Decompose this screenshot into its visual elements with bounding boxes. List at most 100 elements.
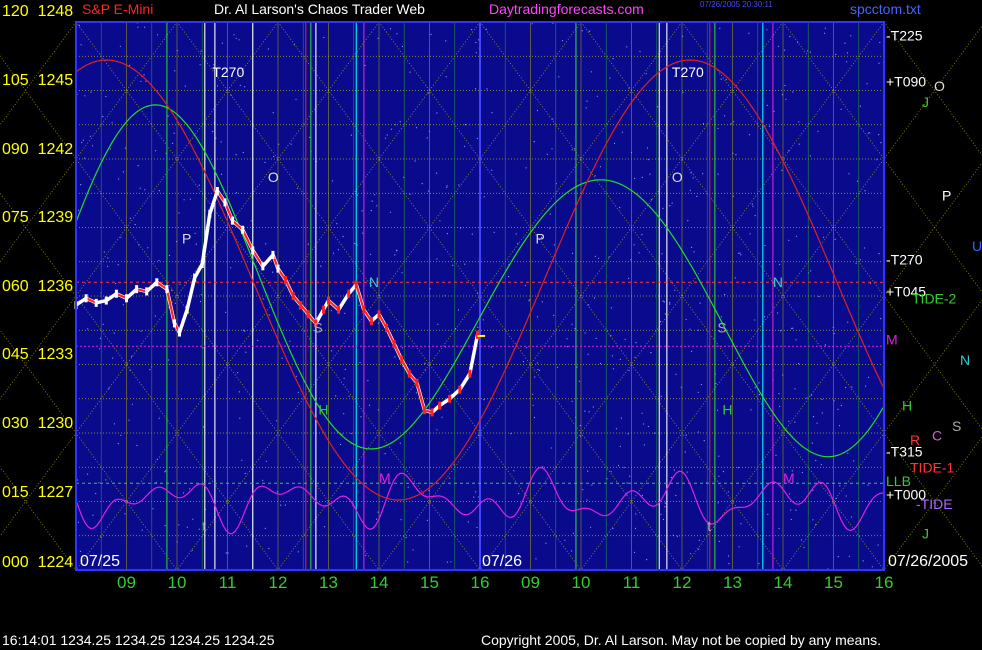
texture-dot	[341, 433, 343, 435]
texture-dot	[703, 440, 705, 442]
texture-dot	[400, 519, 402, 521]
texture-dot	[824, 344, 827, 346]
texture-dot	[517, 242, 519, 245]
texture-dot	[624, 338, 626, 340]
texture-dot	[626, 46, 628, 48]
texture-dot	[546, 153, 548, 155]
texture-dot	[192, 518, 194, 520]
planet-marker: H	[318, 402, 328, 418]
texture-dot	[221, 42, 223, 44]
texture-dot	[848, 173, 850, 175]
price-bar	[271, 250, 275, 259]
texture-dot	[376, 518, 378, 520]
texture-dot	[120, 434, 122, 436]
texture-dot	[199, 300, 202, 303]
texture-dot	[720, 316, 723, 318]
texture-dot	[698, 539, 700, 541]
texture-dot	[571, 323, 573, 325]
texture-dot	[628, 277, 630, 279]
texture-dot	[140, 330, 142, 332]
texture-dot	[691, 350, 693, 352]
texture-dot	[534, 376, 536, 378]
texture-dot	[662, 300, 664, 302]
texture-dot	[727, 491, 729, 493]
texture-dot	[737, 467, 740, 469]
texture-dot	[610, 471, 612, 473]
texture-dot	[824, 27, 827, 29]
texture-dot	[84, 95, 86, 97]
texture-dot	[154, 150, 157, 152]
texture-dot	[419, 534, 421, 536]
texture-dot	[834, 238, 836, 240]
right-marker: N	[960, 352, 970, 368]
price-bar	[407, 369, 411, 378]
texture-dot	[189, 198, 191, 200]
texture-dot	[586, 499, 588, 501]
texture-dot	[779, 263, 781, 265]
texture-dot	[660, 513, 662, 515]
texture-dot	[112, 357, 114, 359]
texture-dot	[561, 40, 564, 42]
texture-dot	[846, 61, 848, 63]
right-marker: M	[886, 331, 898, 347]
planet-marker: t	[202, 518, 206, 534]
texture-dot	[235, 37, 237, 39]
texture-dot	[343, 377, 345, 379]
texture-dot	[715, 382, 717, 385]
texture-dot	[156, 34, 159, 36]
texture-dot	[550, 447, 552, 449]
texture-dot	[611, 355, 614, 357]
texture-dot	[529, 299, 531, 301]
x-tick-label: 10	[168, 573, 187, 592]
texture-dot	[490, 346, 493, 348]
texture-dot	[571, 149, 573, 151]
texture-dot	[241, 459, 243, 461]
texture-dot	[733, 121, 735, 123]
price-bar	[377, 310, 381, 319]
price-bar	[185, 305, 189, 314]
site-link[interactable]: Daytradingforecasts.com	[489, 1, 644, 17]
planet-marker: t	[707, 518, 711, 534]
texture-dot	[238, 391, 240, 393]
texture-dot	[851, 386, 853, 388]
texture-dot	[158, 417, 160, 419]
texture-dot	[784, 84, 786, 87]
texture-dot	[89, 135, 91, 137]
texture-dot	[475, 52, 477, 54]
texture-dot	[401, 347, 403, 349]
texture-dot	[471, 233, 473, 235]
texture-dot	[675, 494, 677, 497]
texture-dot	[751, 203, 754, 205]
texture-dot	[95, 492, 97, 495]
texture-dot	[412, 549, 414, 551]
right-marker: S	[952, 418, 961, 434]
texture-dot	[389, 28, 392, 30]
texture-dot	[653, 432, 656, 434]
texture-dot	[449, 477, 451, 479]
texture-dot	[573, 148, 576, 150]
texture-dot	[613, 142, 616, 144]
texture-dot	[564, 539, 566, 541]
texture-dot	[758, 393, 760, 396]
texture-dot	[120, 236, 122, 238]
texture-dot	[692, 177, 694, 179]
texture-dot	[344, 368, 346, 370]
texture-dot	[867, 484, 869, 486]
texture-dot	[262, 479, 264, 481]
texture-dot	[610, 307, 613, 309]
texture-dot	[859, 259, 862, 261]
price-bar	[369, 317, 373, 326]
texture-dot	[697, 391, 699, 393]
texture-dot	[739, 252, 741, 254]
texture-dot	[370, 210, 372, 212]
y-label-5: 045 1233	[2, 346, 74, 363]
texture-dot	[551, 148, 553, 150]
price-bar	[261, 262, 265, 271]
y-label-1: 105 1245	[2, 72, 74, 89]
texture-dot	[790, 509, 792, 511]
texture-dot	[450, 561, 452, 563]
price-bar	[448, 394, 452, 403]
planet-marker: T270	[212, 64, 244, 80]
price-bar	[208, 209, 212, 218]
texture-dot	[111, 122, 113, 124]
